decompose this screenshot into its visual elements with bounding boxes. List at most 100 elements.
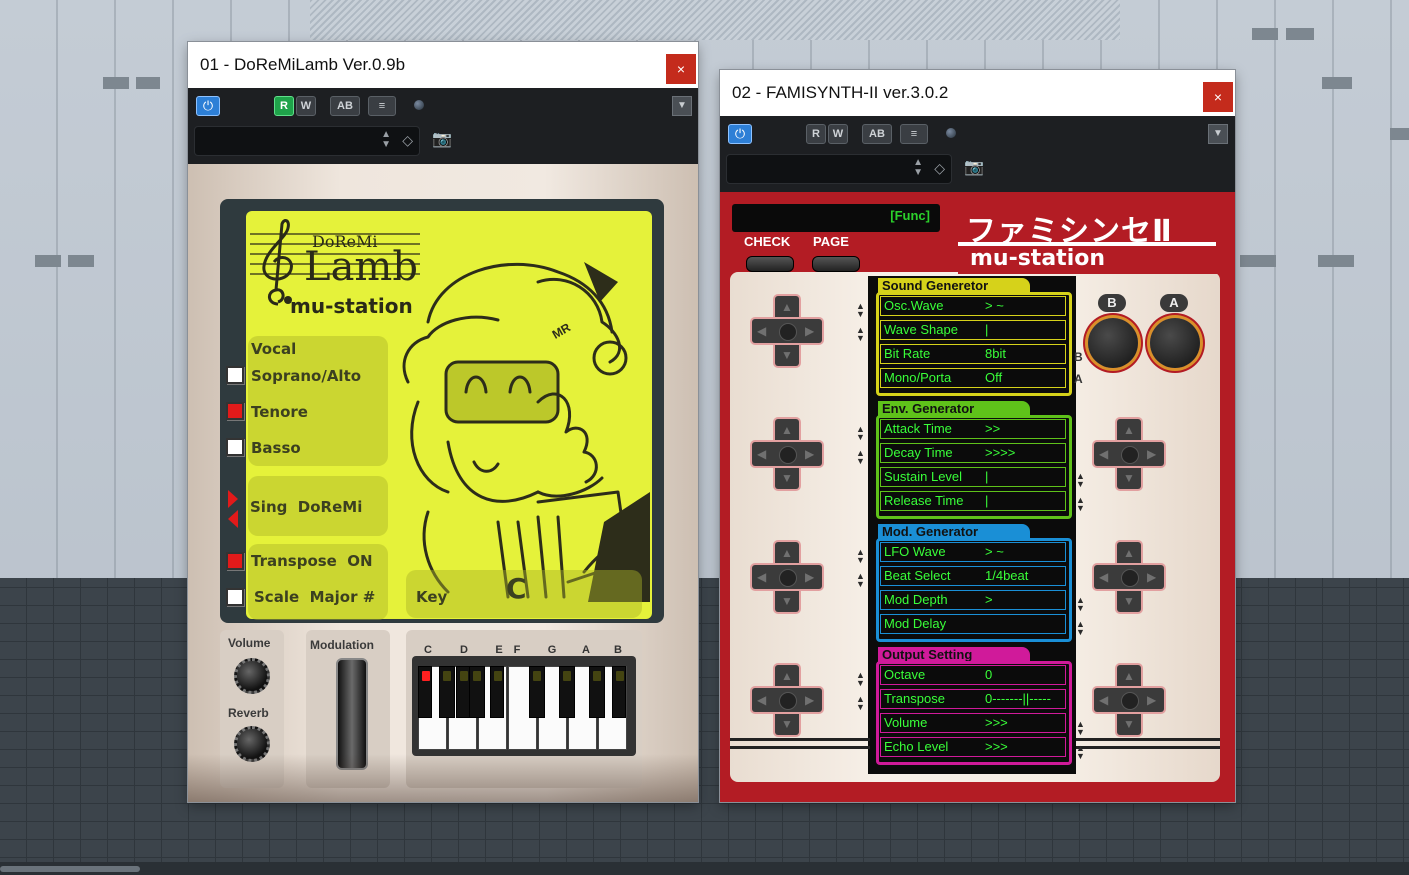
camera-icon[interactable]: 📷	[430, 131, 454, 149]
close-button[interactable]: ×	[666, 54, 696, 84]
parameter-row[interactable]: Osc.Wave > ~	[880, 296, 1066, 316]
parameter-row[interactable]: Sustain Level |	[880, 467, 1066, 487]
write-automation-button[interactable]: W	[296, 96, 316, 116]
write-automation-button[interactable]: W	[828, 124, 848, 144]
black-key-cs[interactable]	[439, 666, 455, 718]
black-key-ds[interactable]	[469, 666, 485, 718]
arrow-right-icon[interactable]: ▶	[805, 693, 814, 707]
dpad-control[interactable]: ▲ ▼ ◀ ▶	[752, 296, 822, 366]
arrow-left-icon[interactable]: ◀	[757, 570, 766, 584]
arrow-right-icon[interactable]: ▶	[1147, 570, 1156, 584]
dpad-control[interactable]: ▲ ▼ ◀ ▶	[1094, 542, 1164, 612]
read-automation-button[interactable]: R	[274, 96, 294, 116]
parameter-row[interactable]: Bit Rate 8bit	[880, 344, 1066, 364]
value-stepper-icon[interactable]: ▲ ▼	[856, 302, 865, 319]
arrow-down-icon[interactable]: ▼	[1123, 594, 1135, 608]
close-button[interactable]: ×	[1203, 82, 1233, 112]
arrow-left-icon[interactable]: ◀	[757, 693, 766, 707]
arrow-right-icon[interactable]: ▶	[1147, 447, 1156, 461]
scale-checkbox[interactable]	[226, 588, 244, 606]
bypass-button[interactable]: ≡	[368, 96, 396, 116]
arrow-left-icon[interactable]: ◀	[1099, 570, 1108, 584]
parameter-row[interactable]: Decay Time >>>>	[880, 443, 1066, 463]
arrow-up-icon[interactable]: ▲	[781, 423, 793, 437]
value-stepper-icon[interactable]: ▲ ▼	[1076, 744, 1085, 761]
value-stepper-icon[interactable]: ▲ ▼	[856, 695, 865, 712]
value-stepper-icon[interactable]: ▲ ▼	[856, 449, 865, 466]
key-led-e[interactable]	[490, 666, 504, 718]
ab-compare-button[interactable]: AB	[862, 124, 892, 144]
doremilamb-titlebar[interactable]: 01 - DoReMiLamb Ver.0.9b ×	[188, 42, 698, 88]
arrow-right-icon[interactable]: ▶	[1147, 693, 1156, 707]
ab-compare-button[interactable]: AB	[330, 96, 360, 116]
read-automation-button[interactable]: R	[806, 124, 826, 144]
parameter-row[interactable]: Transpose 0-------||-----	[880, 689, 1066, 709]
basso-checkbox[interactable]	[226, 438, 244, 456]
parameter-row[interactable]: Release Time |	[880, 491, 1066, 511]
soprano-alto-checkbox[interactable]	[226, 366, 244, 384]
arrow-up-icon[interactable]: ▲	[1123, 669, 1135, 683]
daw-horizontal-scrollbar[interactable]	[0, 862, 1409, 875]
parameter-row[interactable]: Octave 0	[880, 665, 1066, 685]
value-stepper-icon[interactable]: ▲ ▼	[856, 425, 865, 442]
arrow-down-icon[interactable]: ▼	[781, 471, 793, 485]
reverse-triangle-icon[interactable]	[228, 510, 238, 528]
key-led-c[interactable]	[418, 666, 432, 718]
value-stepper-icon[interactable]: ▲ ▼	[1076, 620, 1085, 637]
preset-selector[interactable]: ▲ ▼ ◇	[726, 154, 952, 184]
diamond-icon[interactable]: ◇	[402, 132, 413, 149]
value-stepper-icon[interactable]: ▲ ▼	[856, 548, 865, 565]
preset-selector[interactable]: ▲ ▼ ◇	[194, 126, 420, 156]
black-key-fs[interactable]	[529, 666, 545, 718]
arrow-down-icon[interactable]: ▼	[1123, 471, 1135, 485]
camera-icon[interactable]: 📷	[962, 159, 986, 177]
up-down-icon[interactable]: ▲ ▼	[913, 158, 923, 178]
arrow-right-icon[interactable]: ▶	[805, 570, 814, 584]
dpad-control[interactable]: ▲ ▼ ◀ ▶	[752, 419, 822, 489]
arrow-up-icon[interactable]: ▲	[781, 669, 793, 683]
arrow-up-icon[interactable]: ▲	[781, 300, 793, 314]
play-triangle-icon[interactable]	[228, 490, 238, 508]
arrow-down-icon[interactable]: ▼	[781, 348, 793, 362]
up-down-icon[interactable]: ▲ ▼	[381, 130, 391, 150]
arrow-up-icon[interactable]: ▲	[1123, 423, 1135, 437]
bypass-button[interactable]: ≡	[900, 124, 928, 144]
arrow-right-icon[interactable]: ▶	[805, 447, 814, 461]
value-stepper-icon[interactable]: ▲ ▼	[856, 671, 865, 688]
power-button[interactable]: ⏻	[728, 124, 752, 144]
black-key-gs[interactable]	[559, 666, 575, 718]
parameter-row[interactable]: Mono/Porta Off	[880, 368, 1066, 388]
dpad-control[interactable]: ▲ ▼ ◀ ▶	[1094, 419, 1164, 489]
value-stepper-icon[interactable]: ▲ ▼	[1076, 496, 1085, 513]
famisynth-titlebar[interactable]: 02 - FAMISYNTH-II ver.3.0.2 ×	[720, 70, 1235, 116]
key-led-d[interactable]	[456, 666, 470, 718]
arrow-down-icon[interactable]: ▼	[781, 594, 793, 608]
chevron-down-icon[interactable]: ▼	[1208, 124, 1228, 144]
transpose-checkbox[interactable]	[226, 552, 244, 570]
dpad-control[interactable]: ▲ ▼ ◀ ▶	[1094, 665, 1164, 735]
arrow-left-icon[interactable]: ◀	[757, 324, 766, 338]
parameter-row[interactable]: Wave Shape |	[880, 320, 1066, 340]
arrow-up-icon[interactable]: ▲	[781, 546, 793, 560]
page-button[interactable]	[812, 256, 860, 272]
tenore-checkbox[interactable]	[226, 402, 244, 420]
key-led-b[interactable]	[612, 666, 626, 718]
arrow-down-icon[interactable]: ▼	[781, 717, 793, 731]
b-button[interactable]	[1088, 318, 1138, 368]
value-stepper-icon[interactable]: ▲ ▼	[1076, 720, 1085, 737]
value-stepper-icon[interactable]: ▲ ▼	[1076, 596, 1085, 613]
arrow-right-icon[interactable]: ▶	[805, 324, 814, 338]
value-stepper-icon[interactable]: ▲ ▼	[856, 326, 865, 343]
dpad-control[interactable]: ▲ ▼ ◀ ▶	[752, 542, 822, 612]
parameter-row[interactable]: Mod Delay	[880, 614, 1066, 634]
chevron-down-icon[interactable]: ▼	[672, 96, 692, 116]
arrow-left-icon[interactable]: ◀	[757, 447, 766, 461]
arrow-up-icon[interactable]: ▲	[1123, 546, 1135, 560]
parameter-row[interactable]: Attack Time >>	[880, 419, 1066, 439]
value-stepper-icon[interactable]: ▲ ▼	[1076, 472, 1085, 489]
dpad-control[interactable]: ▲ ▼ ◀ ▶	[752, 665, 822, 735]
black-key-as[interactable]	[589, 666, 605, 718]
check-button[interactable]	[746, 256, 794, 272]
parameter-row[interactable]: Echo Level >>>	[880, 737, 1066, 757]
parameter-row[interactable]: Beat Select 1/4beat	[880, 566, 1066, 586]
